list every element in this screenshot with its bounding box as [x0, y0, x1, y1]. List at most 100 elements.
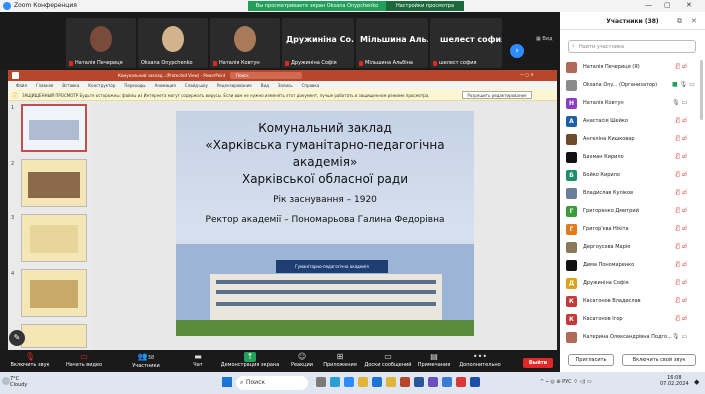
ppt-window-controls[interactable]: — ▢ ✕ — [520, 72, 534, 77]
app-icon[interactable] — [470, 377, 480, 387]
participants-button[interactable]: 👥38 Участники — [118, 352, 174, 369]
minimize-icon[interactable]: — — [645, 1, 652, 9]
start-video-button[interactable]: ▭ Начать видео — [56, 352, 112, 368]
clock[interactable]: 16:08 07.02.2024 — [660, 375, 689, 387]
store-icon[interactable] — [372, 377, 382, 387]
mic-muted-icon[interactable]: 🎙̸ ▭̸ — [676, 189, 687, 196]
weather-widget[interactable]: 7°C Cloudy — [10, 376, 27, 388]
opera-icon[interactable] — [456, 377, 466, 387]
video-tile[interactable]: Наталія Ковтун — [210, 18, 280, 68]
participant-row[interactable]: Б Бойко Кирило 🎙̸ ▭̸ — [566, 169, 698, 185]
participant-row[interactable]: Дима Пономаренко 🎙̸ ▭̸ — [566, 259, 698, 275]
file-explorer-icon[interactable] — [358, 377, 368, 387]
popout-icon[interactable]: ⧉ — [677, 17, 682, 26]
mic-muted-icon[interactable]: 🎙̸ ▭̸ — [676, 153, 687, 160]
avatar: К — [566, 314, 577, 325]
participant-row[interactable]: Г Григор'єва Нікіта 🎙̸ ▭̸ — [566, 223, 698, 239]
powerpoint-icon[interactable] — [400, 377, 410, 387]
ppt-menu-item[interactable]: Вид — [261, 83, 269, 88]
mic-muted-icon[interactable]: 🎙̸ ▭̸ — [676, 315, 687, 322]
slide-thumbnail[interactable] — [21, 159, 87, 207]
system-tray[interactable]: ^ ⌁ ◎ ⊕ РУС ⌔ ◁) ▭ — [540, 379, 592, 385]
view-label: Вид — [542, 36, 553, 42]
tile-name: Мільшина Альбіна — [365, 60, 413, 66]
mic-muted-icon[interactable]: 🎙̸ ▭̸ — [676, 207, 687, 214]
mic-muted-icon[interactable]: 🎙̸ ▭̸ — [676, 243, 687, 250]
windows-start-icon[interactable] — [222, 377, 232, 387]
ppt-menu-item[interactable]: Анимация — [155, 83, 176, 88]
video-tile[interactable]: Мільшина Аль... Мільшина Альбіна — [356, 18, 428, 68]
slide-thumbnail[interactable] — [21, 324, 87, 348]
participant-row[interactable]: Ангеліна Кишковар 🎙̸ ▭̸ — [566, 133, 698, 149]
share-screen-button[interactable]: ↑ Демонстрация экрана — [218, 352, 282, 368]
annotate-pencil-icon[interactable]: ✎ — [9, 330, 25, 346]
taskbar-search[interactable]: ⌕ Поиск — [236, 376, 308, 390]
edge-icon[interactable] — [330, 377, 340, 387]
participant-row[interactable]: Д Дружиніна Софія 🎙̸ ▭̸ — [566, 277, 698, 293]
participant-row[interactable]: К Касатонов Ігор 🎙̸ ▭̸ — [566, 313, 698, 329]
slide-thumbnail[interactable] — [21, 104, 87, 152]
participant-row[interactable]: Катерина Олександрівна Подго... 🎙 ▭ — [566, 331, 698, 347]
ppt-menu-item[interactable]: Слайд-шоу — [185, 83, 208, 88]
mic-muted-icon[interactable]: 🎙̸ ▭̸ — [676, 297, 687, 304]
participant-row[interactable]: H Наталія Ковтун 🎙 ▭ — [566, 97, 698, 113]
notifications-icon[interactable]: ◆ — [694, 378, 699, 386]
slide-thumbnail[interactable] — [21, 214, 87, 262]
video-tile[interactable]: Oksana Onypchenko — [138, 18, 208, 68]
folder-icon[interactable] — [386, 377, 396, 387]
participant-row[interactable]: Наталія Печериця (Я) 🎙̸ ▭̸ — [566, 61, 698, 77]
enable-editing-button[interactable]: Разрешить редактирование — [462, 91, 532, 99]
mute-button[interactable]: 🎙 Включить звук — [2, 352, 58, 368]
participant-row[interactable]: Oksana Ony... (Организатор) ■ 🎙 ▭ — [566, 79, 698, 95]
mic-icon[interactable]: 🎙 ▭ — [672, 99, 687, 106]
participant-name: Григор'єва Нікіта — [583, 226, 629, 232]
leave-button[interactable]: Выйти — [523, 358, 553, 368]
ppt-menu-item[interactable]: Запись — [278, 83, 293, 88]
viber-icon[interactable] — [428, 377, 438, 387]
view-button[interactable]: ▦ Вид — [536, 36, 552, 42]
ppt-menu-item[interactable]: Рецензирование — [217, 83, 252, 88]
mic-muted-icon[interactable]: 🎙̸ ▭̸ — [676, 261, 687, 268]
participant-row[interactable]: Владислав Куліков 🎙̸ ▭̸ — [566, 187, 698, 203]
ppt-menu-item[interactable]: Переходы — [124, 83, 145, 88]
ppt-menu-item[interactable]: Главная — [36, 83, 53, 88]
mic-muted-icon[interactable]: 🎙̸ ▭̸ — [676, 63, 687, 70]
mic-muted-icon[interactable]: 🎙̸ ▭̸ — [676, 117, 687, 124]
ppt-menu-item[interactable]: Конструктор — [88, 83, 115, 88]
ppt-menu-item[interactable]: Файл — [16, 83, 27, 88]
video-tile[interactable]: шелест софия шелест софия — [430, 18, 502, 68]
ppt-search[interactable]: Поиск — [230, 72, 302, 79]
panel-scrollbar[interactable] — [700, 60, 703, 120]
mic-muted-icon[interactable]: 🎙̸ ▭̸ — [676, 171, 687, 178]
slide-thumbnail[interactable] — [21, 269, 87, 317]
mic-icon[interactable]: 🎙 ▭ — [672, 333, 687, 340]
word-icon[interactable] — [414, 377, 424, 387]
next-page-button[interactable]: › — [510, 44, 524, 58]
participant-row[interactable]: Г Григоренко Дмитрий 🎙̸ ▭̸ — [566, 205, 698, 221]
tile-big-name: Дружиніна Со... — [286, 35, 354, 44]
mic-muted-icon[interactable]: 🎙̸ ▭̸ — [676, 135, 687, 142]
participant-row[interactable]: A Анастасія Шейко 🎙̸ ▭̸ — [566, 115, 698, 131]
ppt-menu-item[interactable]: Справка — [302, 83, 320, 88]
close-icon[interactable]: ✕ — [686, 1, 692, 9]
participant-search-input[interactable]: ⌕ Найти участника — [568, 40, 696, 53]
more-button[interactable]: ••• Дополнительно — [452, 352, 508, 368]
maximize-icon[interactable]: ▢ — [664, 1, 671, 9]
zoom-app-icon[interactable] — [344, 377, 354, 387]
chrome-icon[interactable] — [442, 377, 452, 387]
unmute-me-button[interactable]: Включить свой звук — [622, 354, 696, 366]
ppt-menu-item[interactable]: Вставка — [62, 83, 79, 88]
view-options-button[interactable]: Настройки просмотра — [386, 1, 464, 11]
mic-muted-icon[interactable]: 🎙̸ ▭̸ — [676, 225, 687, 232]
mic-muted-icon[interactable]: 🎙̸ ▭̸ — [676, 279, 687, 286]
close-panel-icon[interactable]: ✕ — [691, 17, 697, 25]
ppt-title: Комунальний заклад...(Protected View) - … — [118, 73, 226, 78]
participant-row[interactable]: Дергоусова Марія 🎙̸ ▭̸ — [566, 241, 698, 257]
participant-row[interactable]: Бахман Кирило 🎙̸ ▭̸ — [566, 151, 698, 167]
video-tile[interactable]: Дружиніна Со... Дружиніна Софія — [282, 18, 354, 68]
video-tile[interactable]: Наталія Печериця — [66, 18, 136, 68]
participant-row[interactable]: К Касатонов Владислав 🎙̸ ▭̸ — [566, 295, 698, 311]
mic-icon[interactable]: ■ 🎙 ▭ — [672, 81, 695, 88]
taskview-icon[interactable] — [316, 377, 326, 387]
invite-button[interactable]: Пригласить — [568, 354, 614, 366]
